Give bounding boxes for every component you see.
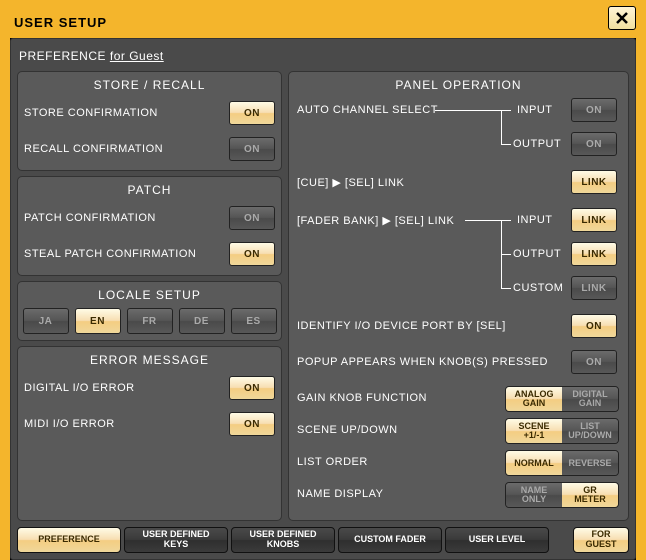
cue-sel-link-label: [CUE] ▶ [SEL] LINK [297, 176, 404, 189]
popup-knob-button[interactable]: ON [571, 350, 617, 374]
gain-knob-label: GAIN KNOB FUNCTION [297, 392, 427, 404]
digital-io-error-button[interactable]: ON [229, 376, 275, 400]
auto-ch-input-button[interactable]: ON [571, 98, 617, 122]
locale-panel: LOCALE SETUP JA EN FR DE ES [17, 281, 282, 341]
popup-knob-label: POPUP APPEARS WHEN KNOB(S) PRESSED [297, 356, 548, 368]
store-confirmation-label: STORE CONFIRMATION [24, 107, 158, 119]
panel-operation-title: PANEL OPERATION [295, 76, 622, 98]
fader-input-label: INPUT [517, 214, 553, 226]
midi-io-error-label: MIDI I/O ERROR [24, 418, 115, 430]
preference-header: PREFERENCE for Guest [17, 45, 629, 71]
tab-custom-fader[interactable]: CUSTOM FADER [338, 527, 442, 553]
store-recall-title: STORE / RECALL [24, 76, 275, 98]
fader-input-link-button[interactable]: LINK [571, 208, 617, 232]
auto-ch-input-label: INPUT [517, 104, 553, 116]
tab-preference[interactable]: PREFERENCE [17, 527, 121, 553]
tab-user-defined-knobs[interactable]: USER DEFINEDKNOBS [231, 527, 335, 553]
locale-title: LOCALE SETUP [24, 286, 275, 308]
tab-for-guest[interactable]: FORGUEST [573, 527, 629, 553]
list-order-normal-button[interactable]: NORMAL [506, 451, 562, 475]
identify-io-button[interactable]: ON [571, 314, 617, 338]
fader-output-link-button[interactable]: LINK [571, 242, 617, 266]
patch-confirmation-label: PATCH CONFIRMATION [24, 212, 156, 224]
scene-plusminus-button[interactable]: SCENE+1/-1 [506, 419, 562, 443]
midi-io-error-button[interactable]: ON [229, 412, 275, 436]
tab-user-defined-keys[interactable]: USER DEFINEDKEYS [124, 527, 228, 553]
preference-user: for Guest [110, 49, 164, 63]
steal-patch-confirmation-label: STEAL PATCH CONFIRMATION [24, 248, 196, 260]
error-panel: ERROR MESSAGE DIGITAL I/O ERROR ON MIDI … [17, 346, 282, 521]
gain-digital-button[interactable]: DIGITALGAIN [562, 387, 618, 411]
name-display-label: NAME DISPLAY [297, 488, 384, 500]
fader-output-label: OUTPUT [513, 248, 561, 260]
lang-en-button[interactable]: EN [75, 308, 121, 334]
fader-custom-label: CUSTOM [513, 282, 563, 294]
recall-confirmation-label: RECALL CONFIRMATION [24, 143, 163, 155]
tab-user-level[interactable]: USER LEVEL [445, 527, 549, 553]
patch-panel: PATCH PATCH CONFIRMATION ON STEAL PATCH … [17, 176, 282, 276]
preference-label: PREFERENCE [19, 49, 106, 63]
scene-list-updown-button[interactable]: LISTUP/DOWN [562, 419, 618, 443]
lang-de-button[interactable]: DE [179, 308, 225, 334]
scene-updown-label: SCENE UP/DOWN [297, 424, 398, 436]
window-title: USER SETUP [14, 15, 107, 30]
lang-ja-button[interactable]: JA [23, 308, 69, 334]
user-setup-window: USER SETUP PREFERENCE for Guest STORE / … [0, 0, 646, 560]
auto-channel-select-label: AUTO CHANNEL SELECT [297, 104, 438, 116]
auto-ch-output-button[interactable]: ON [571, 132, 617, 156]
list-order-reverse-button[interactable]: REVERSE [562, 451, 618, 475]
panel-operation-panel: PANEL OPERATION AUTO CHANNEL SELECT INPU… [288, 71, 629, 521]
patch-title: PATCH [24, 181, 275, 203]
lang-fr-button[interactable]: FR [127, 308, 173, 334]
auto-ch-output-label: OUTPUT [513, 138, 561, 150]
store-confirmation-button[interactable]: ON [229, 101, 275, 125]
store-recall-panel: STORE / RECALL STORE CONFIRMATION ON REC… [17, 71, 282, 171]
cue-sel-link-button[interactable]: LINK [571, 170, 617, 194]
error-title: ERROR MESSAGE [24, 351, 275, 373]
lang-es-button[interactable]: ES [231, 308, 277, 334]
close-icon [616, 12, 628, 24]
identify-io-label: IDENTIFY I/O DEVICE PORT BY [SEL] [297, 320, 506, 332]
fader-bank-sel-link-label: [FADER BANK] ▶ [SEL] LINK [297, 214, 454, 227]
fader-custom-link-button[interactable]: LINK [571, 276, 617, 300]
titlebar: USER SETUP [10, 10, 636, 38]
steal-patch-confirmation-button[interactable]: ON [229, 242, 275, 266]
recall-confirmation-button[interactable]: ON [229, 137, 275, 161]
name-only-button[interactable]: NAMEONLY [506, 483, 562, 507]
gr-meter-button[interactable]: GRMETER [562, 483, 618, 507]
patch-confirmation-button[interactable]: ON [229, 206, 275, 230]
list-order-label: LIST ORDER [297, 456, 368, 468]
digital-io-error-label: DIGITAL I/O ERROR [24, 382, 135, 394]
gain-analog-button[interactable]: ANALOGGAIN [506, 387, 562, 411]
close-button[interactable] [608, 6, 636, 30]
bottom-tabs: PREFERENCE USER DEFINEDKEYS USER DEFINED… [17, 521, 629, 553]
